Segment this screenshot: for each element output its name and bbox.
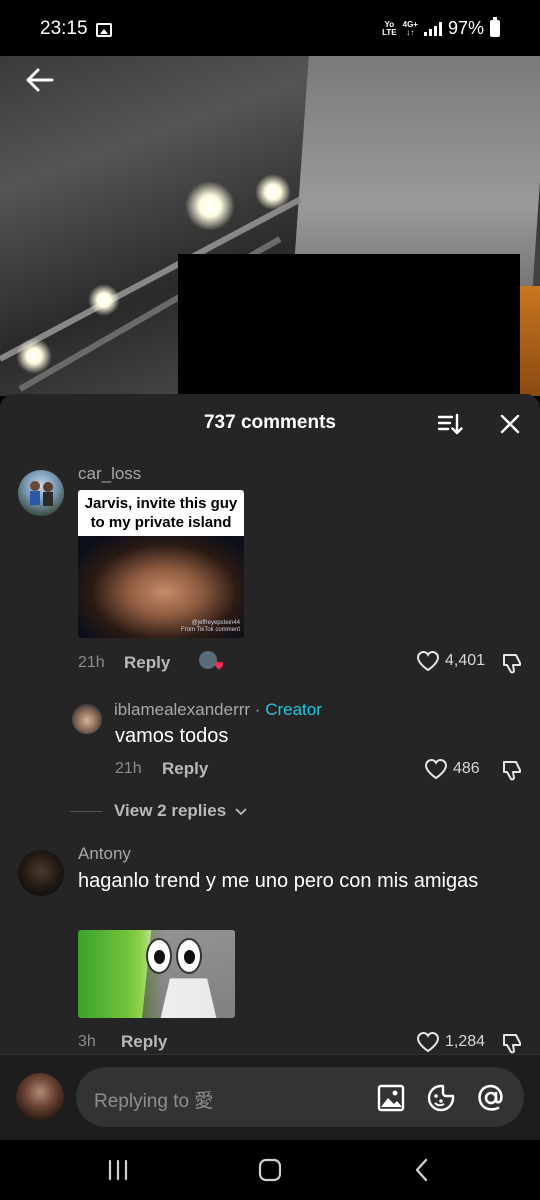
- like-count: 486: [453, 760, 480, 777]
- avatar[interactable]: [18, 850, 64, 896]
- comment-time: 3h: [78, 1033, 96, 1050]
- mention-icon[interactable]: [476, 1083, 506, 1113]
- comment-username[interactable]: iblamealexanderrr: [114, 700, 250, 719]
- dislike-icon[interactable]: [500, 651, 524, 675]
- video-player[interactable]: [0, 56, 540, 396]
- comment-image-eyes: [146, 938, 202, 974]
- comment-text: vamos todos: [115, 725, 229, 747]
- like-button[interactable]: 4,401: [416, 650, 485, 672]
- status-time: 23:15: [40, 18, 88, 39]
- signal-strength-icon: [423, 21, 442, 36]
- reply-button[interactable]: Reply: [124, 653, 170, 673]
- heart-icon: [424, 758, 448, 780]
- reply-username-line: iblamealexanderrr · Creator: [114, 700, 322, 719]
- heart-icon: [416, 1031, 440, 1053]
- avatar[interactable]: [18, 470, 64, 516]
- chevron-down-icon: [235, 807, 247, 815]
- video-scene-light: [16, 338, 52, 374]
- comment-input-bar: Replying to 愛: [0, 1054, 540, 1140]
- image-icon[interactable]: [376, 1083, 406, 1113]
- video-scene-orange-panel: [518, 286, 540, 396]
- comment-time: 21h: [78, 654, 105, 671]
- reply-button[interactable]: Reply: [162, 759, 208, 779]
- video-censor-box: [178, 254, 520, 396]
- 4g-indicator: 4G+ ↓↑: [402, 19, 418, 37]
- gallery-notification-icon: [96, 23, 112, 37]
- video-scene-light: [185, 181, 235, 231]
- comment-username[interactable]: Antony: [78, 844, 131, 864]
- close-icon[interactable]: [498, 412, 522, 436]
- reply-button[interactable]: Reply: [121, 1032, 167, 1052]
- comment-image[interactable]: [78, 930, 235, 1018]
- comment-input[interactable]: Replying to 愛: [76, 1067, 524, 1127]
- status-bar: 23:15 Yo LTE 4G+ ↓↑ 97%: [0, 0, 540, 56]
- video-scene-light: [255, 174, 291, 210]
- comment-time: 21h: [115, 760, 142, 777]
- recent-apps-icon[interactable]: [104, 1156, 132, 1184]
- system-nav-bar: [0, 1140, 540, 1200]
- battery-percentage: 97%: [447, 18, 484, 38]
- avatar: [16, 1073, 64, 1121]
- comment-image-caption: Jarvis, invite this guy to my private is…: [78, 490, 244, 536]
- avatar-figure-icon: [30, 481, 53, 506]
- creator-badge: Creator: [265, 700, 322, 719]
- avatar[interactable]: [72, 704, 102, 734]
- like-button[interactable]: 486: [424, 758, 480, 780]
- view-replies-button[interactable]: View 2 replies: [114, 801, 247, 821]
- status-indicators: Yo LTE 4G+ ↓↑ 97%: [382, 17, 500, 39]
- comment-text: haganlo trend y me uno pero con mis amig…: [78, 870, 479, 892]
- emoji-sticker-icon[interactable]: [426, 1083, 456, 1113]
- back-icon[interactable]: [408, 1156, 436, 1184]
- video-scene-light: [88, 284, 120, 316]
- comment-image[interactable]: Jarvis, invite this guy to my private is…: [78, 490, 244, 638]
- heart-icon: [416, 650, 440, 672]
- comment-image-watermark: @jeffreyepstein44 From TikTok comment: [180, 620, 240, 633]
- creator-liked-avatar-icon: [199, 651, 223, 670]
- volte-indicator: Yo LTE: [382, 19, 397, 37]
- comment-username[interactable]: car_loss: [78, 464, 141, 484]
- replies-divider: [70, 811, 102, 812]
- like-button[interactable]: 1,284: [416, 1031, 485, 1053]
- home-icon[interactable]: [256, 1156, 284, 1184]
- dislike-icon[interactable]: [500, 1031, 524, 1055]
- like-count: 4,401: [445, 652, 486, 669]
- dislike-icon[interactable]: [500, 758, 524, 782]
- like-count: 1,284: [445, 1033, 486, 1050]
- battery-icon: [490, 17, 500, 37]
- sort-icon[interactable]: [436, 410, 464, 438]
- back-arrow-icon[interactable]: [24, 64, 56, 96]
- comment-input-placeholder: Replying to 愛: [94, 1091, 214, 1112]
